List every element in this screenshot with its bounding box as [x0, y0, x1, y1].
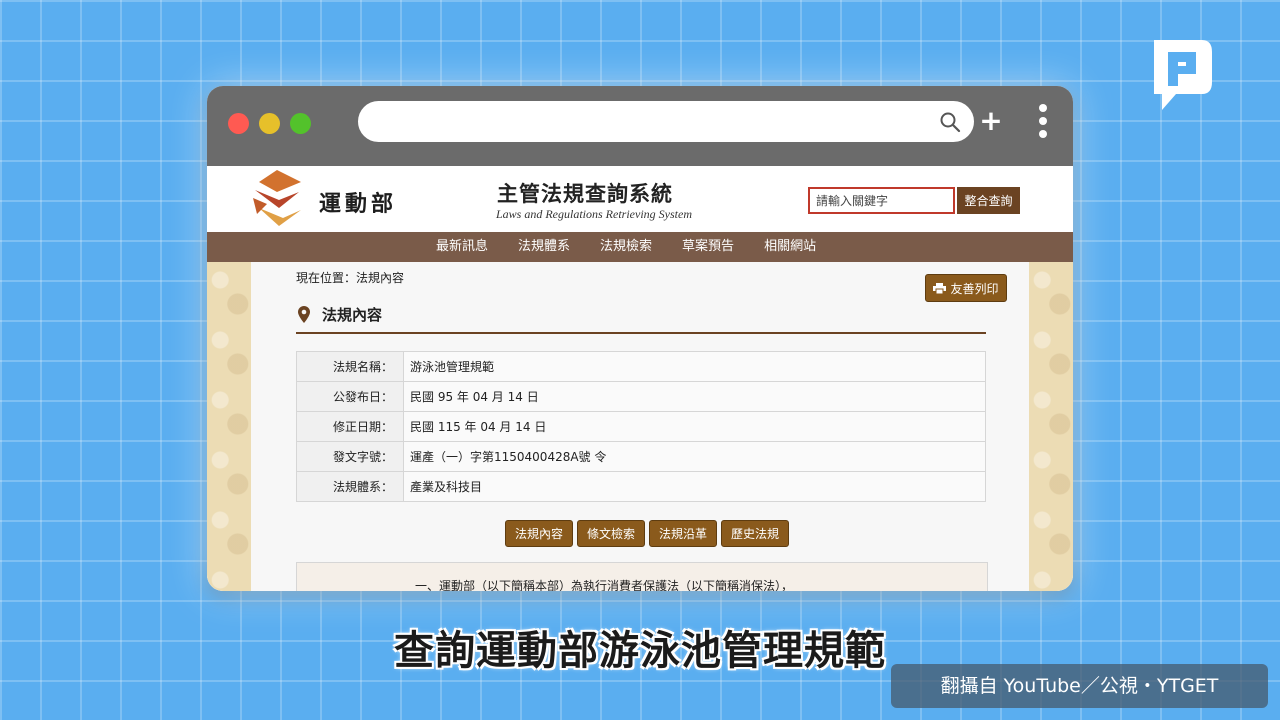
- document-number-value: 運產（一）字第1150400428A號 令: [403, 441, 986, 472]
- nav-item-news[interactable]: 最新訊息: [436, 232, 488, 262]
- publish-date-value: 民國 95 年 04 月 14 日: [403, 381, 986, 412]
- publish-date-label: 公發布日：: [296, 381, 404, 412]
- law-category-label: 法規體系：: [296, 471, 404, 502]
- decorative-side-right: [1029, 262, 1073, 591]
- tab-article-search[interactable]: 條文檢索: [577, 520, 646, 547]
- main-nav: 最新訊息 法規體系 法規檢索 草案預告 相關網站: [207, 232, 1073, 262]
- amend-date-label: 修正日期：: [296, 411, 404, 442]
- search-icon[interactable]: [939, 111, 961, 133]
- tab-historical-laws[interactable]: 歷史法規: [721, 520, 790, 547]
- tab-law-history[interactable]: 法規沿革: [649, 520, 718, 547]
- combined-search-button[interactable]: 整合查詢: [957, 187, 1020, 214]
- article-excerpt: 一、運動部（以下簡稱本部）為執行消費者保護法（以下簡稱消保法），: [415, 579, 794, 591]
- table-row: 修正日期： 民國 115 年 04 月 14 日: [296, 411, 986, 442]
- maximize-window-button[interactable]: [290, 113, 311, 134]
- law-info-table: 法規名稱： 游泳池管理規範 公發布日： 民國 95 年 04 月 14 日 修正…: [296, 351, 986, 502]
- system-title: 主管法規查詢系統: [497, 181, 673, 206]
- amend-date-value: 民國 115 年 04 月 14 日: [403, 411, 986, 442]
- site-header: 運動部 主管法規查詢系統 Laws and Regulations Retrie…: [207, 166, 1073, 232]
- nav-item-law-system[interactable]: 法規體系: [518, 232, 570, 262]
- print-button[interactable]: 友善列印: [925, 274, 1007, 302]
- section-header: 法規內容: [296, 302, 986, 334]
- section-title: 法規內容: [322, 306, 383, 324]
- law-name-label: 法規名稱：: [296, 351, 404, 382]
- source-credit: 翻攝自 YouTube／公視・YTGET: [891, 664, 1268, 708]
- corner-brand-logo-icon: [1154, 40, 1212, 110]
- table-row: 公發布日： 民國 95 年 04 月 14 日: [296, 381, 986, 412]
- address-bar[interactable]: [358, 101, 974, 142]
- tab-law-content[interactable]: 法規內容: [505, 520, 574, 547]
- ministry-logo-icon: [253, 170, 301, 226]
- decorative-side-left: [207, 262, 251, 591]
- breadcrumb: 現在位置：法規內容: [296, 271, 405, 285]
- close-window-button[interactable]: [228, 113, 249, 134]
- law-name-value: 游泳池管理規範: [403, 351, 986, 382]
- table-row: 發文字號： 運產（一）字第1150400428A號 令: [296, 441, 986, 472]
- department-name: 運動部: [319, 192, 398, 217]
- document-number-label: 發文字號：: [296, 441, 404, 472]
- table-row: 法規名稱： 游泳池管理規範: [296, 351, 986, 382]
- location-pin-icon: [298, 306, 310, 323]
- browser-window: + 運動部 主管法規查詢系統 Laws and Regulations Retr…: [207, 86, 1073, 591]
- nav-item-law-search[interactable]: 法規檢索: [600, 232, 652, 262]
- law-body: 一、運動部（以下簡稱本部）為執行消費者保護法（以下簡稱消保法），: [296, 562, 988, 591]
- minimize-window-button[interactable]: [259, 113, 280, 134]
- regulations-site: 運動部 主管法規查詢系統 Laws and Regulations Retrie…: [207, 166, 1073, 591]
- print-label: 友善列印: [950, 281, 999, 296]
- nav-item-related-sites[interactable]: 相關網站: [764, 232, 816, 262]
- system-subtitle: Laws and Regulations Retrieving System: [496, 207, 692, 221]
- law-category-value: 產業及科技目: [403, 471, 986, 502]
- new-tab-plus-icon[interactable]: +: [979, 107, 1003, 137]
- table-row: 法規體系： 產業及科技目: [296, 471, 986, 502]
- nav-item-draft-notice[interactable]: 草案預告: [682, 232, 734, 262]
- browser-toolbar: +: [207, 86, 1073, 166]
- kebab-menu-icon[interactable]: [1035, 104, 1051, 144]
- printer-icon: [933, 282, 947, 294]
- main-content: 現在位置：法規內容 友善列印 法規內容 法規名稱： 游泳池管理規範 公發布日： …: [251, 262, 1029, 591]
- law-tabs: 法規內容 條文檢索 法規沿革 歷史法規: [505, 520, 793, 547]
- keyword-search-input[interactable]: [808, 187, 955, 214]
